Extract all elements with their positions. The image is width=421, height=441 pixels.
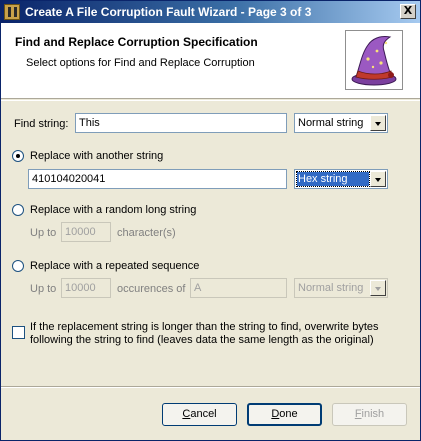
repeated-up-to-label: Up to [30, 283, 57, 295]
find-type-value: Normal string [298, 117, 364, 129]
wizard-window: Create A File Corruption Fault Wizard - … [0, 0, 421, 441]
page-subtitle: Select options for Find and Replace Corr… [26, 57, 255, 69]
wizard-header: Find and Replace Corruption Specificatio… [1, 23, 420, 99]
random-up-to-label: Up to [30, 227, 57, 239]
page-title: Find and Replace Corruption Specificatio… [15, 35, 258, 49]
window-title: Create A File Corruption Fault Wizard - … [25, 5, 312, 19]
replace-type-select[interactable]: Hex string [294, 169, 388, 189]
overwrite-label-line2[interactable]: following the string to find (leaves dat… [30, 334, 374, 346]
replace-random-label[interactable]: Replace with a random long string [30, 204, 196, 216]
replace-repeated-radio[interactable] [12, 260, 24, 272]
random-unit-label: character(s) [117, 227, 176, 239]
header-divider [1, 100, 420, 101]
overwrite-checkbox[interactable] [12, 326, 25, 339]
repeated-type-value: Normal string [298, 282, 364, 294]
app-icon [4, 4, 20, 20]
wizard-hat-icon [345, 30, 403, 90]
replace-another-radio[interactable] [12, 150, 24, 162]
replace-another-label[interactable]: Replace with another string [30, 150, 163, 162]
occurrences-of-label: occurences of [117, 283, 186, 295]
chevron-down-icon[interactable] [370, 115, 386, 131]
replace-string-input[interactable]: 410104020041 [28, 169, 287, 189]
repeated-sequence-input[interactable]: A [190, 278, 287, 298]
chevron-down-icon[interactable] [370, 280, 386, 296]
repeated-count-input[interactable]: 10000 [61, 278, 111, 298]
finish-button[interactable]: Finish [332, 403, 407, 426]
close-button[interactable]: X [400, 4, 416, 19]
title-bar[interactable]: Create A File Corruption Fault Wizard - … [1, 1, 420, 23]
replace-random-radio[interactable] [12, 204, 24, 216]
replace-type-value: Hex string [296, 171, 370, 187]
find-string-input[interactable]: This [75, 113, 287, 133]
find-string-label: Find string: [14, 118, 69, 130]
random-length-input[interactable]: 10000 [61, 222, 111, 242]
cancel-button[interactable]: Cancel [162, 403, 237, 426]
find-type-select[interactable]: Normal string [294, 113, 388, 133]
overwrite-label-line1[interactable]: If the replacement string is longer than… [30, 321, 379, 333]
done-button[interactable]: Done [247, 403, 322, 426]
chevron-down-icon[interactable] [370, 171, 386, 187]
footer-divider [1, 386, 420, 388]
repeated-type-select[interactable]: Normal string [294, 278, 388, 298]
replace-repeated-label[interactable]: Replace with a repeated sequence [30, 260, 199, 272]
